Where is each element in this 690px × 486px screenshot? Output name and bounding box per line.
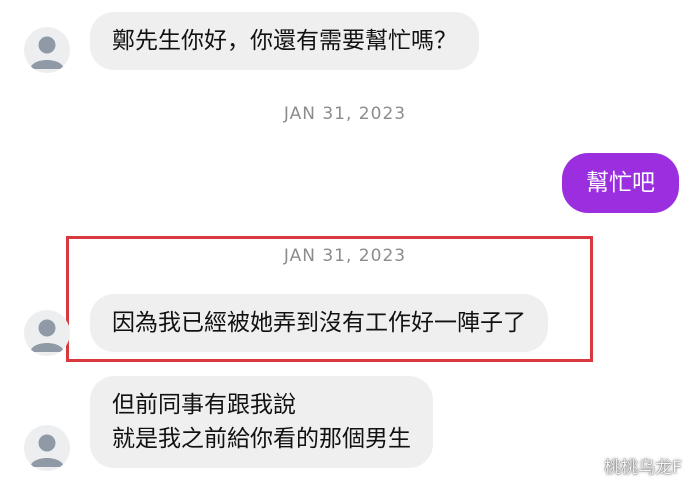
contact-avatar[interactable] xyxy=(24,27,70,73)
outgoing-message-bubble[interactable]: 幫忙吧 xyxy=(562,153,679,213)
contact-avatar[interactable] xyxy=(24,425,70,471)
contact-avatar[interactable] xyxy=(24,310,70,356)
incoming-message-bubble[interactable]: 因為我已經被她弄到沒有工作好一陣子了 xyxy=(90,294,548,352)
chat-thread[interactable]: 鄭先生你好，你還有需要幫忙嗎？ JAN 31, 2023 幫忙吧 JAN 31,… xyxy=(0,0,690,486)
message-text-line: 但前同事有跟我說 xyxy=(112,392,296,418)
message-text: 因為我已經被她弄到沒有工作好一陣子了 xyxy=(112,310,526,336)
user-silhouette-icon xyxy=(30,36,64,69)
watermark-text: 桃桃乌龙F xyxy=(604,458,682,478)
user-silhouette-icon xyxy=(30,434,64,467)
user-silhouette-icon xyxy=(30,319,64,352)
incoming-message-bubble[interactable]: 鄭先生你好，你還有需要幫忙嗎？ xyxy=(90,12,479,70)
message-timestamp: JAN 31, 2023 xyxy=(283,104,407,124)
message-text: 鄭先生你好，你還有需要幫忙嗎？ xyxy=(112,28,457,54)
message-text-line: 就是我之前給你看的那個男生 xyxy=(112,426,411,452)
message-text: 幫忙吧 xyxy=(586,170,655,196)
message-timestamp: JAN 31, 2023 xyxy=(283,246,407,266)
incoming-message-bubble[interactable]: 但前同事有跟我說 就是我之前給你看的那個男生 xyxy=(90,376,433,468)
